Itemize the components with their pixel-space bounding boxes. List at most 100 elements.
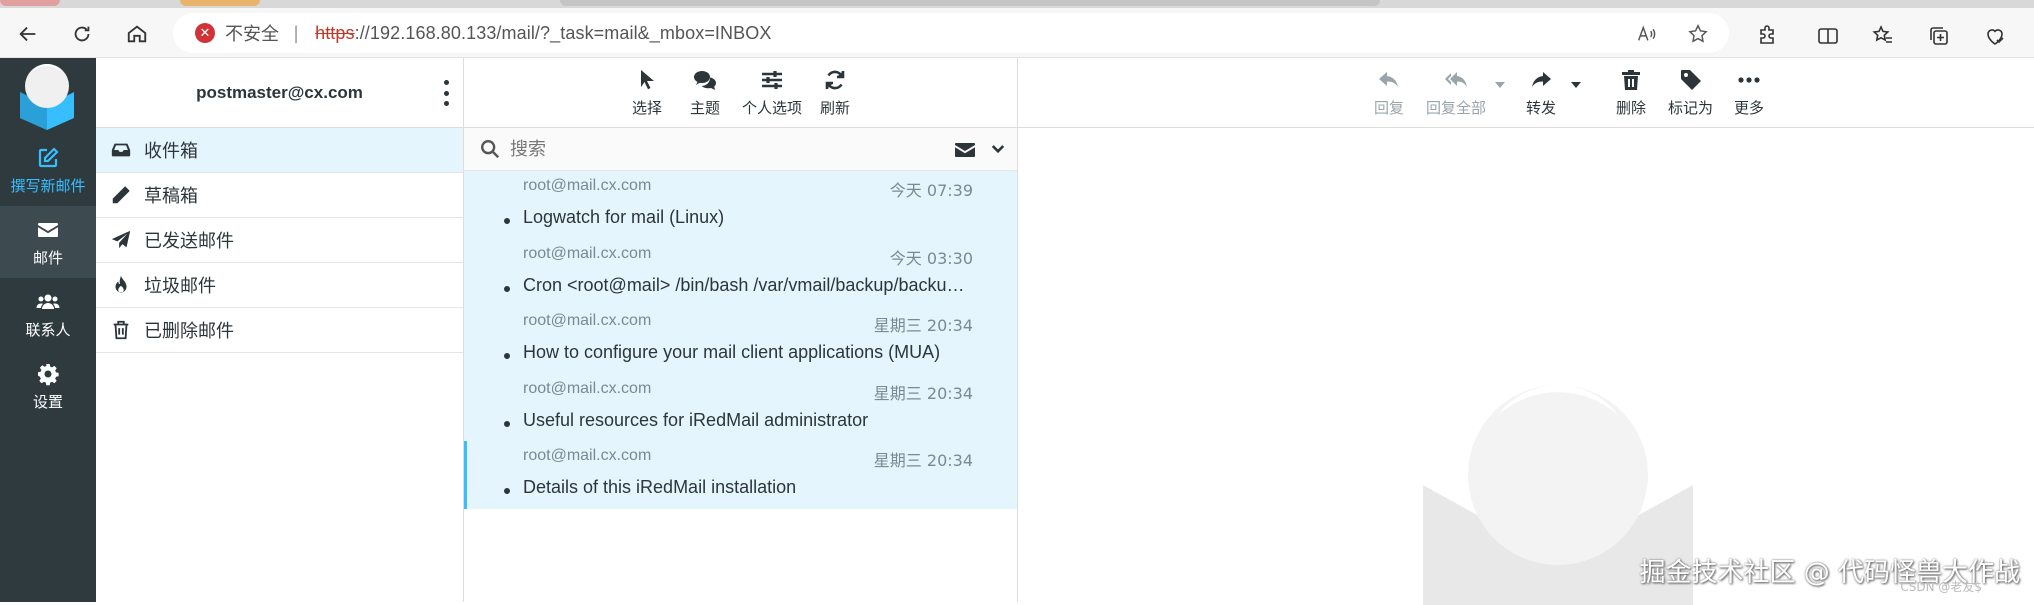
search-input[interactable] (510, 138, 930, 160)
message-date: 星期三 20:34 (873, 316, 973, 335)
folder-inbox[interactable]: 收件箱 (96, 128, 463, 173)
unread-dot (504, 218, 510, 224)
collections-icon[interactable] (1926, 23, 1952, 49)
gear-icon (35, 361, 61, 387)
message-date: 今天 07:39 (889, 181, 973, 200)
url-rest: ://192.168.80.133/mail/?_task=mail&_mbox… (354, 22, 772, 43)
threads-button[interactable]: 主题 (690, 66, 720, 118)
star-icon[interactable] (1687, 23, 1709, 45)
url-scheme: https (315, 22, 355, 43)
reply-all-icon (1443, 66, 1469, 94)
sidebar-item-label: 邮件 (32, 248, 63, 267)
unread-dot (504, 420, 510, 427)
sidebar-item-mail[interactable]: 邮件 (0, 206, 96, 278)
refresh-button[interactable]: 刷新 (820, 66, 850, 118)
folder-junk[interactable]: 垃圾邮件 (96, 263, 463, 308)
chevron-down-icon[interactable] (989, 140, 1009, 160)
message-subject: How to configure your mail client applic… (523, 342, 941, 362)
mark-button[interactable]: 标记为 (1668, 66, 1713, 118)
more-button[interactable]: 更多 (1734, 66, 1764, 118)
message-date: 星期三 20:34 (873, 451, 973, 470)
users-icon (35, 289, 61, 315)
message-row[interactable]: root@mail.cx.com 星期三 20:34 Useful resour… (464, 374, 1017, 442)
sidebar-item-label: 设置 (32, 392, 63, 411)
message-date: 今天 03:30 (889, 248, 973, 268)
roundcube-logo[interactable] (12, 60, 82, 130)
fire-icon (108, 272, 134, 298)
favorites-icon[interactable] (1870, 23, 1896, 49)
extensions-icon[interactable] (1755, 23, 1781, 49)
reload-button[interactable] (64, 16, 100, 52)
home-icon (127, 25, 147, 43)
folder-sent[interactable]: 已发送邮件 (96, 218, 463, 263)
folder-trash[interactable]: 已删除邮件 (96, 308, 463, 353)
select-button[interactable]: 选择 (632, 66, 662, 118)
cursor-icon (634, 66, 660, 94)
arrow-left-icon (19, 26, 36, 42)
message-toolbar: 回复 回复全部 转发 删除 标记为 更多 (1018, 58, 2034, 128)
message-subject: Cron <root@mail> /bin/bash /var/vmail/ba… (523, 274, 973, 295)
refresh-icon (822, 66, 848, 94)
pencil-icon (108, 182, 134, 208)
reply-button[interactable]: 回复 (1374, 66, 1404, 118)
tab-edge[interactable] (180, 0, 260, 6)
forward-icon (1528, 66, 1554, 94)
delete-button[interactable]: 删除 (1616, 66, 1646, 118)
search-scope-envelope-icon[interactable] (953, 138, 977, 162)
message-row[interactable]: root@mail.cx.com 今天 03:30 Cron <root@mai… (464, 239, 1017, 307)
reload-icon (74, 26, 90, 42)
reply-all-dropdown-caret[interactable] (1495, 82, 1505, 88)
compose-icon (35, 145, 61, 171)
read-aloud-icon[interactable] (1635, 23, 1657, 45)
tool-label: 转发 (1526, 99, 1557, 117)
account-name: postmaster@cx.com (196, 82, 363, 102)
address-bar[interactable]: ✕ 不安全 | https://192.168.80.133/mail/?_ta… (173, 13, 1729, 53)
home-button[interactable] (119, 16, 155, 52)
unread-dot (504, 353, 510, 359)
folder-drafts[interactable]: 草稿箱 (96, 173, 463, 218)
message-sender: root@mail.cx.com (523, 447, 652, 464)
tab-edge[interactable] (560, 0, 1380, 6)
message-row[interactable]: root@mail.cx.com 今天 07:39 Logwatch for m… (464, 171, 1017, 239)
reply-icon (1376, 66, 1402, 94)
reply-all-button[interactable]: 回复全部 (1426, 66, 1486, 118)
search-bar (464, 128, 1017, 171)
message-list-toolbar: 选择 主题 个人选项 刷新 (464, 58, 1017, 128)
folder-label: 已发送邮件 (144, 231, 234, 252)
message-sender: root@mail.cx.com (523, 312, 652, 329)
message-list-panel: 选择 主题 个人选项 刷新 搜索 root@mail.cx.com 今天 07:… (464, 58, 1018, 602)
back-button[interactable] (10, 16, 46, 52)
list-options-button[interactable]: 个人选项 (742, 66, 802, 118)
trash-icon (108, 317, 134, 343)
sidebar-item-settings[interactable]: 设置 (0, 350, 96, 422)
unread-dot (504, 285, 510, 292)
sliders-icon (759, 66, 785, 94)
message-list: root@mail.cx.com 今天 07:39 Logwatch for m… (464, 171, 1017, 509)
sidebar-item-label: 联系人 (25, 320, 71, 339)
message-sender: root@mail.cx.com (523, 379, 652, 397)
browser-tab-strip (0, 0, 2034, 8)
trash-icon (1618, 66, 1644, 94)
forward-dropdown-caret[interactable] (1571, 82, 1581, 88)
message-row[interactable]: root@mail.cx.com 星期三 20:34 Details of th… (464, 441, 1017, 509)
tool-label: 删除 (1616, 99, 1647, 117)
message-subject: Logwatch for mail (Linux) (523, 207, 725, 227)
split-screen-icon[interactable] (1815, 23, 1841, 49)
search-icon[interactable] (478, 137, 502, 161)
sidebar-item-compose[interactable]: 撰写新邮件 (0, 134, 96, 206)
tool-label: 标记为 (1668, 99, 1714, 117)
url-text[interactable]: https://192.168.80.133/mail/?_task=mail&… (315, 23, 771, 44)
sidebar-item-label: 撰写新邮件 (10, 176, 86, 195)
watermark-small-text: CSDN @老友$ (1900, 580, 1982, 594)
insecure-warning-icon[interactable]: ✕ (195, 23, 215, 43)
message-sender: root@mail.cx.com (523, 244, 652, 262)
sidebar-item-contacts[interactable]: 联系人 (0, 278, 96, 350)
message-row[interactable]: root@mail.cx.com 星期三 20:34 How to config… (464, 306, 1017, 374)
browser-essentials-icon[interactable] (1982, 23, 2008, 49)
tool-label: 回复全部 (1426, 99, 1487, 117)
tool-label: 更多 (1734, 99, 1765, 117)
forward-button[interactable]: 转发 (1526, 66, 1556, 118)
tab-edge[interactable] (0, 0, 60, 6)
folder-panel: postmaster@cx.com 收件箱 草稿箱 已发送邮件 垃圾邮件 已删除… (96, 58, 464, 602)
folder-actions-menu-icon[interactable] (439, 80, 453, 106)
